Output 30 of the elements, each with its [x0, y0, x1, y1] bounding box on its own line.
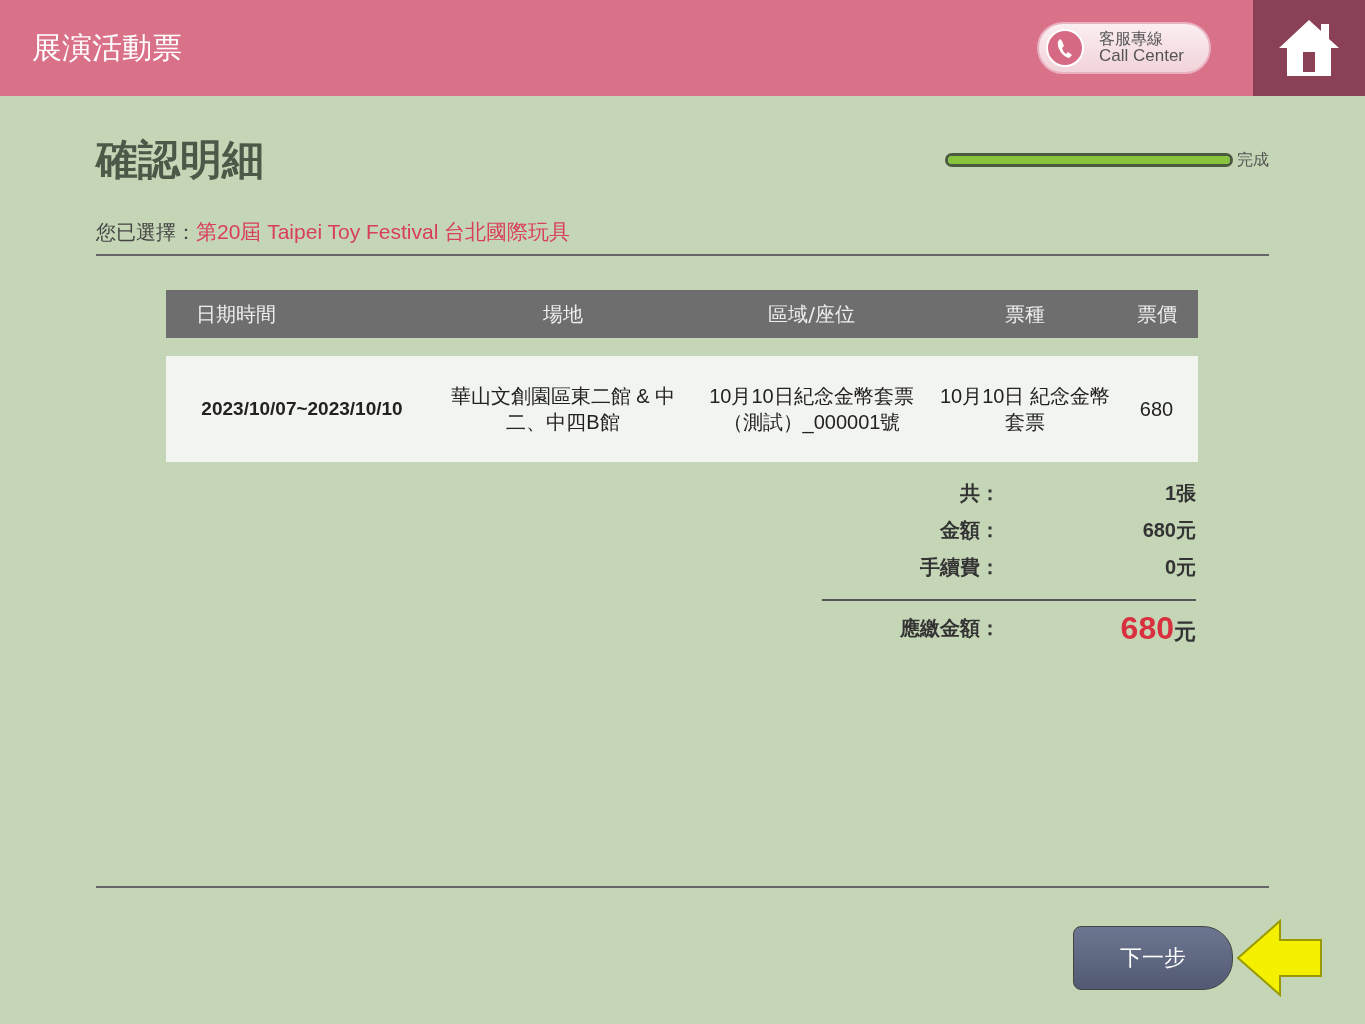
pointing-arrow-icon	[1235, 918, 1325, 998]
phone-icon	[1045, 28, 1085, 68]
column-header: 票價	[1135, 300, 1178, 328]
summary-value: 0元	[1163, 555, 1196, 580]
summary-label: 共：	[960, 480, 1000, 507]
summary-value: 1張	[1163, 481, 1196, 506]
next-button[interactable]: 下一步	[1073, 926, 1233, 990]
progress-label: 完成	[1237, 149, 1269, 171]
summary-label: 金額：	[940, 517, 1000, 544]
total-label: 應繳金額：	[900, 614, 1000, 642]
column-header: 區域/座位	[767, 300, 856, 328]
summary-value: 680元	[1141, 518, 1196, 543]
table-cell-text: 華山文創園區東二館 & 中二、中四B館	[449, 384, 677, 435]
app-title: 展演活動票	[32, 28, 183, 67]
page-title: 確認明細	[96, 134, 264, 186]
selection-label: 您已選擇：	[96, 220, 196, 244]
home-button[interactable]	[1253, 0, 1365, 96]
summary-label: 手續費：	[920, 554, 1000, 581]
house-icon	[1277, 18, 1341, 78]
event-name: 第20屆 Taipei Toy Festival 台北國際玩具	[196, 220, 571, 243]
total-amount: 680	[1120, 609, 1174, 646]
table-cell-text: 680	[1138, 397, 1175, 422]
currency-unit: 元	[1174, 618, 1196, 644]
table-cell-text: 2023/10/07~2023/10/10	[200, 396, 404, 421]
table-cell-text: 10月10日紀念金幣套票（測試）_000001號	[708, 384, 915, 435]
column-header: 票種	[1004, 300, 1046, 328]
column-header: 場地	[542, 300, 584, 328]
table-cell-text: 10月10日 紀念金幣套票	[938, 384, 1112, 435]
call-center-button[interactable]: 客服專線 Call Center	[1037, 22, 1211, 74]
column-header: 日期時間	[195, 300, 277, 328]
